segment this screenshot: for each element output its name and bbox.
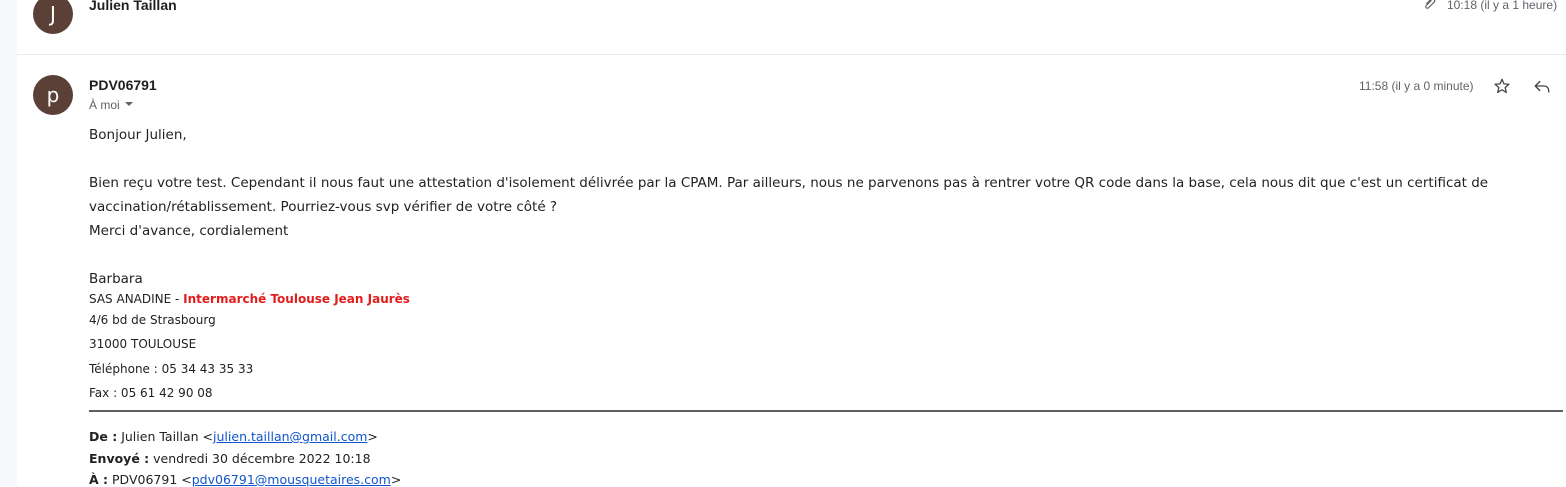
- forward-separator: [89, 410, 1563, 412]
- signature-company-prefix: SAS ANADINE -: [89, 292, 184, 306]
- avatar[interactable]: p: [33, 75, 73, 115]
- greeting: Bonjour Julien,: [89, 127, 187, 143]
- forwarded-to-label: À :: [89, 472, 109, 487]
- reply-icon[interactable]: [1530, 74, 1554, 98]
- forwarded-from-email-link[interactable]: julien.taillan@gmail.com: [213, 429, 367, 444]
- forwarded-from: De : Julien Taillan <julien.taillan@gmai…: [89, 429, 378, 444]
- body-line-2: vaccination/rétablissement. Pourriez-vou…: [89, 199, 558, 215]
- previous-message-time: 10:18 (il y a 1 heure): [1447, 0, 1558, 12]
- signature-company: SAS ANADINE - Intermarché Toulouse Jean …: [89, 292, 410, 306]
- paperclip-icon: [1418, 0, 1442, 16]
- signature-address-1: 4/6 bd de Strasbourg: [89, 313, 216, 327]
- message-divider: [17, 54, 1566, 55]
- signature-store-name: Intermarché Toulouse Jean Jaurès: [183, 292, 410, 306]
- signature-name: Barbara: [89, 271, 143, 287]
- forwarded-sent-value: vendredi 30 décembre 2022 10:18: [153, 451, 371, 466]
- forwarded-to-name: PDV06791 <: [112, 472, 192, 487]
- avatar[interactable]: J: [33, 0, 73, 34]
- avatar-letter: J: [50, 2, 56, 26]
- forwarded-from-label: De :: [89, 429, 118, 444]
- forwarded-to-email-link[interactable]: pdv06791@mousquetaires.com: [192, 472, 391, 487]
- forwarded-from-name: Julien Taillan <: [121, 429, 214, 444]
- recipient-label: À moi: [89, 98, 120, 112]
- signature-fax: Fax : 05 61 42 90 08: [89, 386, 213, 400]
- left-strip: [0, 0, 17, 486]
- forwarded-from-close: >: [367, 429, 378, 444]
- avatar-letter: p: [46, 83, 60, 107]
- star-icon[interactable]: [1490, 74, 1514, 98]
- chevron-down-icon: [124, 98, 134, 112]
- previous-sender-name[interactable]: Julien Taillan: [89, 0, 177, 13]
- signature-address-2: 31000 TOULOUSE: [89, 337, 197, 351]
- forwarded-sent: Envoyé : vendredi 30 décembre 2022 10:18: [89, 451, 371, 466]
- forwarded-sent-label: Envoyé :: [89, 451, 150, 466]
- body-line-1: Bien reçu votre test. Cependant il nous …: [89, 175, 1489, 191]
- closing-line: Merci d'avance, cordialement: [89, 223, 289, 239]
- recipient-details-toggle[interactable]: À moi: [89, 98, 134, 112]
- sender-name[interactable]: PDV06791: [89, 77, 157, 93]
- message-time: 11:58 (il y a 0 minute): [1359, 79, 1474, 93]
- forwarded-to: À : PDV06791 <pdv06791@mousquetaires.com…: [89, 472, 401, 487]
- forwarded-to-close: >: [390, 472, 402, 487]
- signature-phone: Téléphone : 05 34 43 35 33: [89, 362, 254, 376]
